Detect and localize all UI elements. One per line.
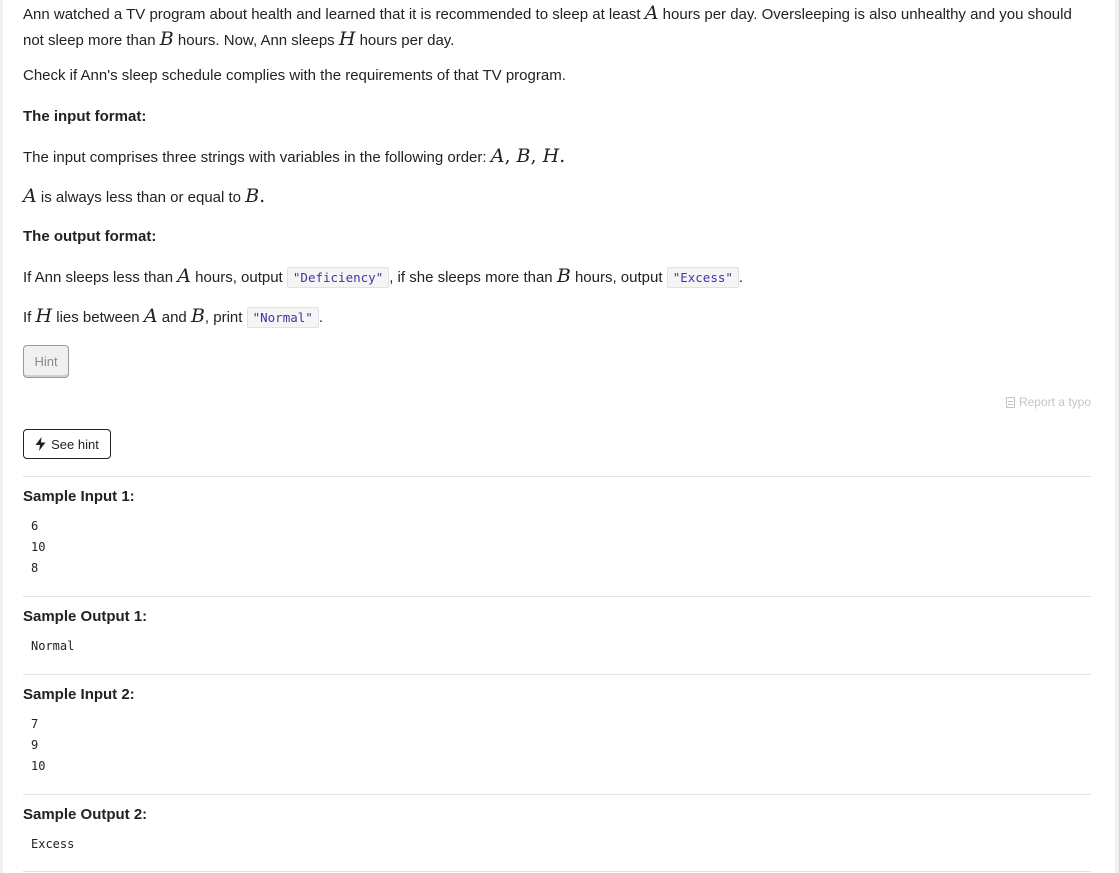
sample-output-2-title: Sample Output 2:: [23, 806, 148, 823]
math-var-h: H: [338, 28, 356, 50]
text: and: [157, 309, 191, 326]
text: If: [23, 309, 36, 326]
text: , if she sleeps more than: [389, 269, 557, 286]
text: hours per day.: [355, 32, 455, 49]
see-hint-button[interactable]: See hint: [23, 429, 111, 459]
math-period: .: [259, 185, 266, 207]
text: The input comprises three strings with v…: [23, 149, 491, 166]
math-var-a: A: [644, 2, 659, 24]
input-format-heading: The input format:: [23, 108, 147, 125]
lightning-bolt-icon: [35, 437, 46, 451]
document-icon: [1005, 396, 1015, 408]
see-hint-label: See hint: [51, 436, 99, 452]
math-var-b: B: [556, 265, 571, 287]
hint-button[interactable]: Hint: [23, 345, 69, 378]
report-typo-label: Report a typo: [1018, 395, 1091, 409]
code-deficiency: "Deficiency": [286, 267, 390, 288]
statement-task: Check if Ann's sleep schedule complies w…: [23, 67, 566, 84]
math-var-h: H: [35, 305, 53, 327]
divider: [23, 596, 1091, 597]
text: Ann watched a TV program about health an…: [23, 6, 645, 23]
divider: [23, 871, 1091, 872]
output-rule-extremes: If Ann sleeps less than A hours, output …: [23, 264, 743, 290]
divider: [23, 476, 1091, 477]
math-var-b: B: [245, 185, 260, 207]
input-constraint: A is always less than or equal to B.: [23, 184, 265, 210]
math-var-b: B: [159, 28, 174, 50]
text: .: [738, 269, 744, 286]
math-var-a: A: [143, 305, 158, 327]
text: hours. Now, Ann sleeps: [173, 32, 339, 49]
sample-input-2-content: 7 9 10: [31, 717, 46, 773]
divider: [23, 674, 1091, 675]
report-typo-link[interactable]: Report a typo: [1005, 395, 1091, 409]
math-var-b: B: [516, 145, 531, 167]
divider: [23, 794, 1091, 795]
text: If Ann sleeps less than: [23, 269, 178, 286]
sample-output-1-title: Sample Output 1:: [23, 608, 148, 625]
math-var-a: A: [490, 145, 505, 167]
output-format-heading: The output format:: [23, 228, 157, 245]
sample-output-2-content: Excess: [31, 837, 75, 851]
text: .: [318, 309, 323, 326]
code-normal: "Normal": [246, 307, 319, 328]
text: , print: [204, 309, 247, 326]
sample-input-2-title: Sample Input 2:: [23, 686, 135, 703]
math-separator: ,: [530, 145, 543, 167]
text: hours, output: [191, 269, 287, 286]
math-var-a: A: [23, 185, 37, 207]
code-excess: "Excess": [666, 267, 739, 288]
text: hours, output: [570, 269, 667, 286]
input-format-description: The input comprises three strings with v…: [23, 144, 565, 170]
math-period: .: [559, 145, 566, 167]
math-var-h: H: [542, 145, 560, 167]
text: lies between: [52, 309, 144, 326]
sample-input-1-content: 6 10 8: [31, 519, 46, 575]
text: is always less than or equal to: [36, 189, 246, 206]
problem-page: Ann watched a TV program about health an…: [3, 0, 1115, 873]
output-rule-normal: If H lies between A and B, print "Normal…: [23, 304, 323, 330]
sample-input-1-title: Sample Input 1:: [23, 488, 135, 505]
math-separator: ,: [504, 145, 517, 167]
statement-intro: Ann watched a TV program about health an…: [23, 1, 1091, 53]
math-var-a: A: [177, 265, 191, 287]
sample-output-1-content: Normal: [31, 639, 75, 653]
math-var-b: B: [190, 305, 205, 327]
